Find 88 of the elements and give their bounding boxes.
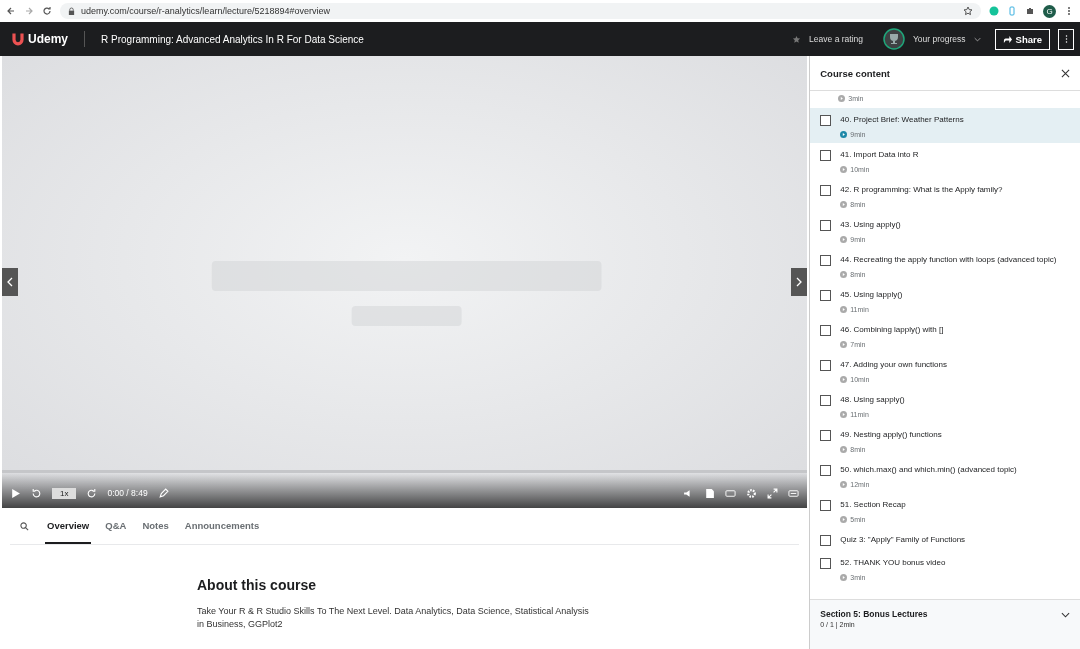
address-bar[interactable]: udemy.com/course/r-analytics/learn/lecture/5218894#overview — [60, 3, 981, 19]
section-heading: About this course — [197, 577, 317, 593]
checkbox[interactable] — [820, 558, 832, 569]
lecture-title: 49. Nesting apply() functions — [840, 429, 942, 440]
logo-icon — [10, 31, 26, 47]
play-circle-icon — [840, 271, 848, 278]
back-icon[interactable] — [6, 6, 16, 16]
checkbox[interactable] — [820, 500, 832, 511]
chevron-left-icon — [7, 277, 13, 287]
lecture-title: 45. Using lapply() — [840, 289, 903, 300]
play-circle-icon — [840, 446, 848, 453]
checkbox[interactable] — [820, 430, 832, 441]
sidebar-title: Course content — [820, 67, 890, 79]
speed-button[interactable]: 1x — [52, 487, 77, 499]
lecture-title: 40. Project Brief: Weather Patterns — [840, 114, 964, 125]
lecture-item[interactable]: Quiz 3: "Apply" Family of Functions — [810, 528, 1080, 551]
play-circle-icon — [838, 95, 846, 102]
play-circle-icon — [840, 236, 848, 243]
more-button[interactable] — [1058, 28, 1074, 50]
tab[interactable]: Q&A — [103, 508, 129, 544]
section-title: Section 5: Bonus Lectures — [820, 609, 928, 619]
play-circle-icon — [840, 201, 848, 208]
lecture-title: Quiz 3: "Apply" Family of Functions — [840, 534, 966, 545]
checkbox[interactable] — [820, 325, 832, 336]
lecture-title: 50. which.max() and which.min() (advanced topic) — [840, 464, 1017, 475]
profile-avatar[interactable]: G — [1043, 4, 1056, 18]
checkbox[interactable] — [820, 150, 832, 161]
lecture-title: 42. R programming: What is the Apply family? — [840, 184, 1003, 195]
tab[interactable]: Notes — [140, 508, 171, 544]
search-icon[interactable] — [20, 521, 29, 531]
chevron-right-icon — [796, 277, 803, 287]
close-icon[interactable] — [1061, 68, 1070, 78]
forward-icon[interactable] — [86, 487, 98, 499]
note-icon[interactable] — [157, 487, 169, 499]
checkbox[interactable] — [820, 395, 832, 406]
checkbox[interactable] — [820, 360, 832, 371]
play-circle-icon — [840, 516, 848, 523]
chevron-icon — [1061, 612, 1070, 618]
checkbox[interactable] — [820, 290, 832, 301]
lecture-title: 47. Adding your own functions — [840, 359, 947, 370]
puzzle-icon[interactable] — [1025, 6, 1035, 16]
lecture-title: 51. Section Recap — [840, 499, 906, 510]
star-icon — [792, 34, 802, 44]
time-display: 0:00 / 8:49 — [107, 488, 148, 498]
share-button[interactable]: Share — [994, 28, 1050, 50]
trophy-icon — [883, 28, 905, 50]
tab[interactable]: Announcements — [182, 508, 262, 544]
checkbox[interactable] — [820, 220, 832, 231]
lock-icon — [68, 6, 75, 16]
checkbox[interactable] — [820, 255, 832, 266]
checkbox[interactable] — [820, 465, 832, 476]
transcript-icon[interactable] — [704, 487, 716, 499]
play-circle-icon — [840, 341, 848, 348]
lecture-title: 43. Using apply() — [840, 219, 901, 230]
fullscreen-icon[interactable] — [767, 487, 779, 499]
lecture-title: 52. THANK YOU bonus video — [840, 557, 946, 568]
course-title: R Programming: Advanced Analytics In R For Data Science — [101, 33, 364, 45]
logo[interactable]: Udemy — [28, 32, 68, 46]
lecture-title: 48. Using sapply() — [840, 394, 905, 405]
progress-button[interactable]: Your progress — [913, 34, 966, 44]
reload-icon[interactable] — [42, 6, 52, 16]
captions-icon[interactable] — [725, 487, 737, 499]
play-circle-icon — [840, 481, 848, 488]
play-circle-icon — [840, 574, 848, 581]
next-button[interactable] — [791, 268, 808, 296]
caret-icon — [973, 36, 981, 42]
tab[interactable]: Overview — [45, 508, 92, 544]
course-description: Take Your R & R Studio Skills To The Next Level. Data Analytics, Data Science, Statistical Analysis in Business, GGPlot2 — [197, 605, 590, 631]
previous-button[interactable] — [2, 268, 18, 296]
checkbox[interactable] — [820, 535, 832, 546]
play-circle-icon — [840, 131, 848, 138]
rewind-icon[interactable] — [31, 487, 42, 499]
checkbox[interactable] — [820, 115, 832, 126]
lecture-title: 41. Import Data into R — [840, 149, 919, 160]
play-icon[interactable] — [10, 487, 21, 499]
checkbox[interactable] — [820, 185, 832, 196]
lecture-title: 46. Combining lapply() with [] — [840, 324, 944, 335]
leave-rating-link[interactable]: Leave a rating — [809, 34, 863, 44]
more-icon — [1064, 34, 1068, 44]
play-circle-icon — [840, 166, 848, 173]
play-circle-icon — [840, 411, 848, 418]
expand-icon[interactable] — [788, 487, 800, 499]
share-icon — [1002, 34, 1012, 44]
play-circle-icon — [840, 306, 848, 313]
star-icon[interactable] — [963, 6, 973, 16]
settings-icon[interactable] — [746, 487, 758, 499]
lecture-title: 44. Recreating the apply function with loops (advanced topic) — [840, 254, 1057, 265]
play-circle-icon — [840, 376, 848, 383]
